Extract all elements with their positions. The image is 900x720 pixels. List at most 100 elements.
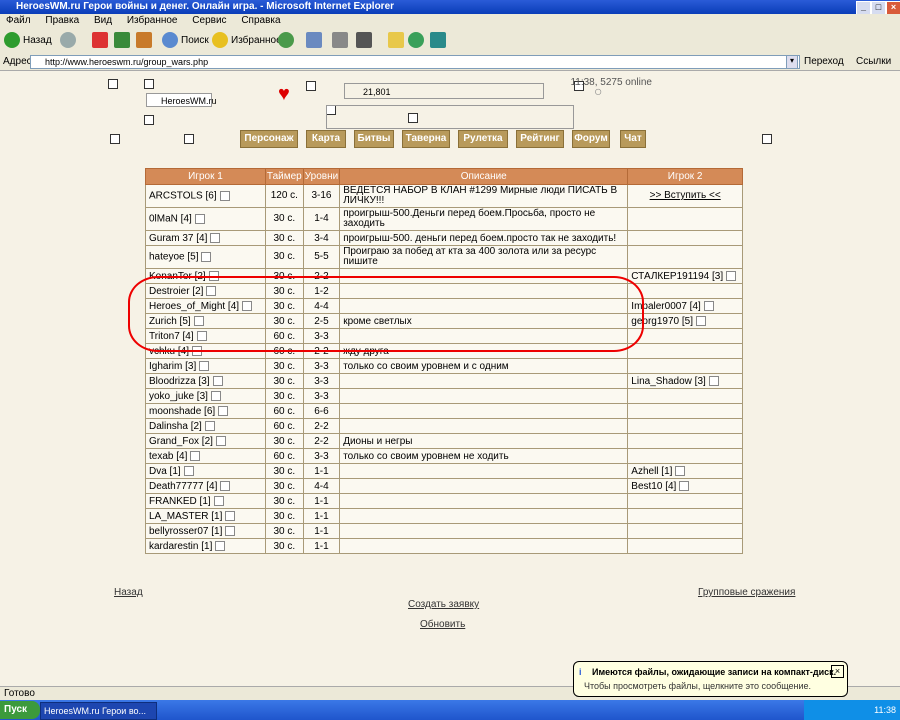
player1-cell[interactable]: Heroes_of_Might [4] — [145, 298, 266, 314]
player2-cell-text[interactable]: Impaler0007 [4] — [631, 301, 701, 312]
player-info-checkbox[interactable] — [196, 330, 207, 341]
player2-cell[interactable] — [627, 343, 743, 359]
player-info-checkbox[interactable] — [206, 285, 217, 296]
favorites-button[interactable]: Избранное — [212, 32, 282, 50]
player1-cell-text[interactable]: LA_MASTER [1] — [149, 511, 222, 522]
player2-cell[interactable] — [627, 358, 743, 374]
messenger-button[interactable] — [408, 32, 427, 50]
player-info-checkbox[interactable] — [696, 315, 707, 326]
balloon-close-button[interactable]: × — [831, 665, 844, 678]
minimize-button[interactable]: _ — [856, 1, 871, 15]
player1-cell[interactable]: 0lMaN [4] — [145, 207, 266, 231]
player2-cell[interactable] — [627, 207, 743, 231]
player1-cell-text[interactable]: bellyrosser07 [1] — [149, 526, 222, 537]
links-button[interactable]: Ссылки — [856, 56, 891, 67]
player-info-checkbox[interactable] — [194, 213, 205, 224]
player1-cell-text[interactable]: hateyoe [5] — [149, 251, 198, 262]
edit-button[interactable] — [356, 32, 375, 50]
player-info-checkbox[interactable] — [225, 525, 236, 536]
player2-cell[interactable] — [627, 493, 743, 509]
player2-cell-text[interactable]: georg1970 [5] — [631, 316, 693, 327]
player2-cell[interactable]: Lina_Shadow [3] — [627, 373, 743, 389]
player-info-checkbox[interactable] — [708, 375, 719, 386]
player1-cell-text[interactable]: kardarestin [1] — [149, 541, 212, 552]
player2-cell[interactable] — [627, 523, 743, 539]
back-button[interactable]: Назад — [4, 32, 52, 50]
player-info-checkbox[interactable] — [215, 435, 226, 446]
player2-cell[interactable]: >> Вступить << — [627, 184, 743, 208]
player2-cell[interactable]: Impaler0007 [4] — [627, 298, 743, 314]
back-link[interactable]: Назад — [114, 587, 143, 598]
history-button[interactable] — [278, 32, 297, 50]
player1-cell[interactable]: yoko_juke [3] — [145, 388, 266, 404]
menu-tools[interactable]: Сервис — [186, 14, 232, 27]
player1-cell[interactable]: kardarestin [1] — [145, 538, 266, 554]
player2-cell[interactable] — [627, 328, 743, 344]
player1-cell-text[interactable]: FRANKED [1] — [149, 496, 211, 507]
notification-balloon[interactable]: i Имеются файлы, ожидающие записи на ком… — [573, 661, 848, 697]
player1-cell[interactable]: moonshade [6] — [145, 403, 266, 419]
player1-cell-text[interactable]: 0lMaN [4] — [149, 213, 192, 224]
player2-cell[interactable] — [627, 448, 743, 464]
player-info-checkbox[interactable] — [210, 390, 221, 401]
player-info-checkbox[interactable] — [208, 270, 219, 281]
nav-tavern[interactable]: Таверна — [402, 130, 450, 148]
player2-cell[interactable] — [627, 245, 743, 269]
player1-cell-text[interactable]: texab [4] — [149, 451, 187, 462]
player1-cell-text[interactable]: Dalinsha [2] — [149, 421, 202, 432]
player1-cell-text[interactable]: KonanTor [2] — [149, 271, 206, 282]
nav-rating[interactable]: Рейтинг — [516, 130, 564, 148]
search-button[interactable]: Поиск — [162, 32, 209, 50]
player1-cell[interactable]: KonanTor [2] — [145, 268, 266, 284]
player2-cell[interactable] — [627, 508, 743, 524]
menu-help[interactable]: Справка — [235, 14, 286, 27]
player-info-checkbox[interactable] — [675, 465, 686, 476]
tool-button[interactable] — [430, 32, 449, 50]
folder-button[interactable] — [388, 32, 407, 50]
player2-cell-text[interactable]: Azhell [1] — [631, 466, 672, 477]
player1-cell-text[interactable]: Grand_Fox [2] — [149, 436, 213, 447]
player2-cell-text[interactable]: Lina_Shadow [3] — [631, 376, 706, 387]
nav-forum[interactable]: Форум — [572, 130, 610, 148]
nav-chat[interactable]: Чат — [620, 130, 646, 148]
player2-cell-text[interactable]: СТАЛКЕР191194 [3] — [631, 271, 723, 282]
menu-file[interactable]: Файл — [0, 14, 37, 27]
group-battles-link[interactable]: Групповые сражения — [698, 587, 795, 598]
player1-cell[interactable]: LA_MASTER [1] — [145, 508, 266, 524]
player2-cell[interactable]: georg1970 [5] — [627, 313, 743, 329]
player1-cell[interactable]: Dalinsha [2] — [145, 418, 266, 434]
player-info-checkbox[interactable] — [218, 405, 229, 416]
maximize-button[interactable]: □ — [871, 1, 886, 15]
nav-character[interactable]: Персонаж — [240, 130, 298, 148]
player2-cell[interactable] — [627, 433, 743, 449]
nav-map[interactable]: Карта — [306, 130, 346, 148]
player1-cell[interactable]: Triton7 [4] — [145, 328, 266, 344]
player1-cell-text[interactable]: Dva [1] — [149, 466, 181, 477]
create-request-link[interactable]: Создать заявку — [408, 599, 479, 610]
address-dropdown[interactable]: ▾ — [786, 55, 798, 69]
forward-button[interactable] — [60, 32, 79, 50]
player-info-checkbox[interactable] — [242, 300, 253, 311]
player2-cell[interactable] — [627, 230, 743, 246]
menu-view[interactable]: Вид — [88, 14, 118, 27]
player-info-checkbox[interactable] — [726, 270, 737, 281]
player1-cell-text[interactable]: vchku [4] — [149, 346, 189, 357]
player1-cell-text[interactable]: Triton7 [4] — [149, 331, 194, 342]
taskbar-ie-window[interactable]: HeroesWM.ru Герои во... — [40, 702, 157, 720]
player2-cell-text[interactable]: Best10 [4] — [631, 481, 676, 492]
player-info-checkbox[interactable] — [220, 480, 231, 491]
player1-cell[interactable]: bellyrosser07 [1] — [145, 523, 266, 539]
player1-cell-text[interactable]: yoko_juke [3] — [149, 391, 208, 402]
menu-edit[interactable]: Правка — [39, 14, 85, 27]
player1-cell[interactable]: ARCSTOLS [6] — [145, 184, 266, 208]
player1-cell-text[interactable]: Destroier [2] — [149, 286, 203, 297]
player2-cell[interactable]: Azhell [1] — [627, 463, 743, 479]
player2-cell[interactable] — [627, 388, 743, 404]
mail-button[interactable] — [306, 32, 325, 50]
player1-cell-text[interactable]: Zurich [5] — [149, 316, 191, 327]
player-info-checkbox[interactable] — [192, 345, 203, 356]
player2-cell-text[interactable]: >> Вступить << — [650, 190, 721, 201]
player-info-checkbox[interactable] — [219, 190, 230, 201]
player-info-checkbox[interactable] — [213, 495, 224, 506]
player-info-checkbox[interactable] — [679, 480, 690, 491]
